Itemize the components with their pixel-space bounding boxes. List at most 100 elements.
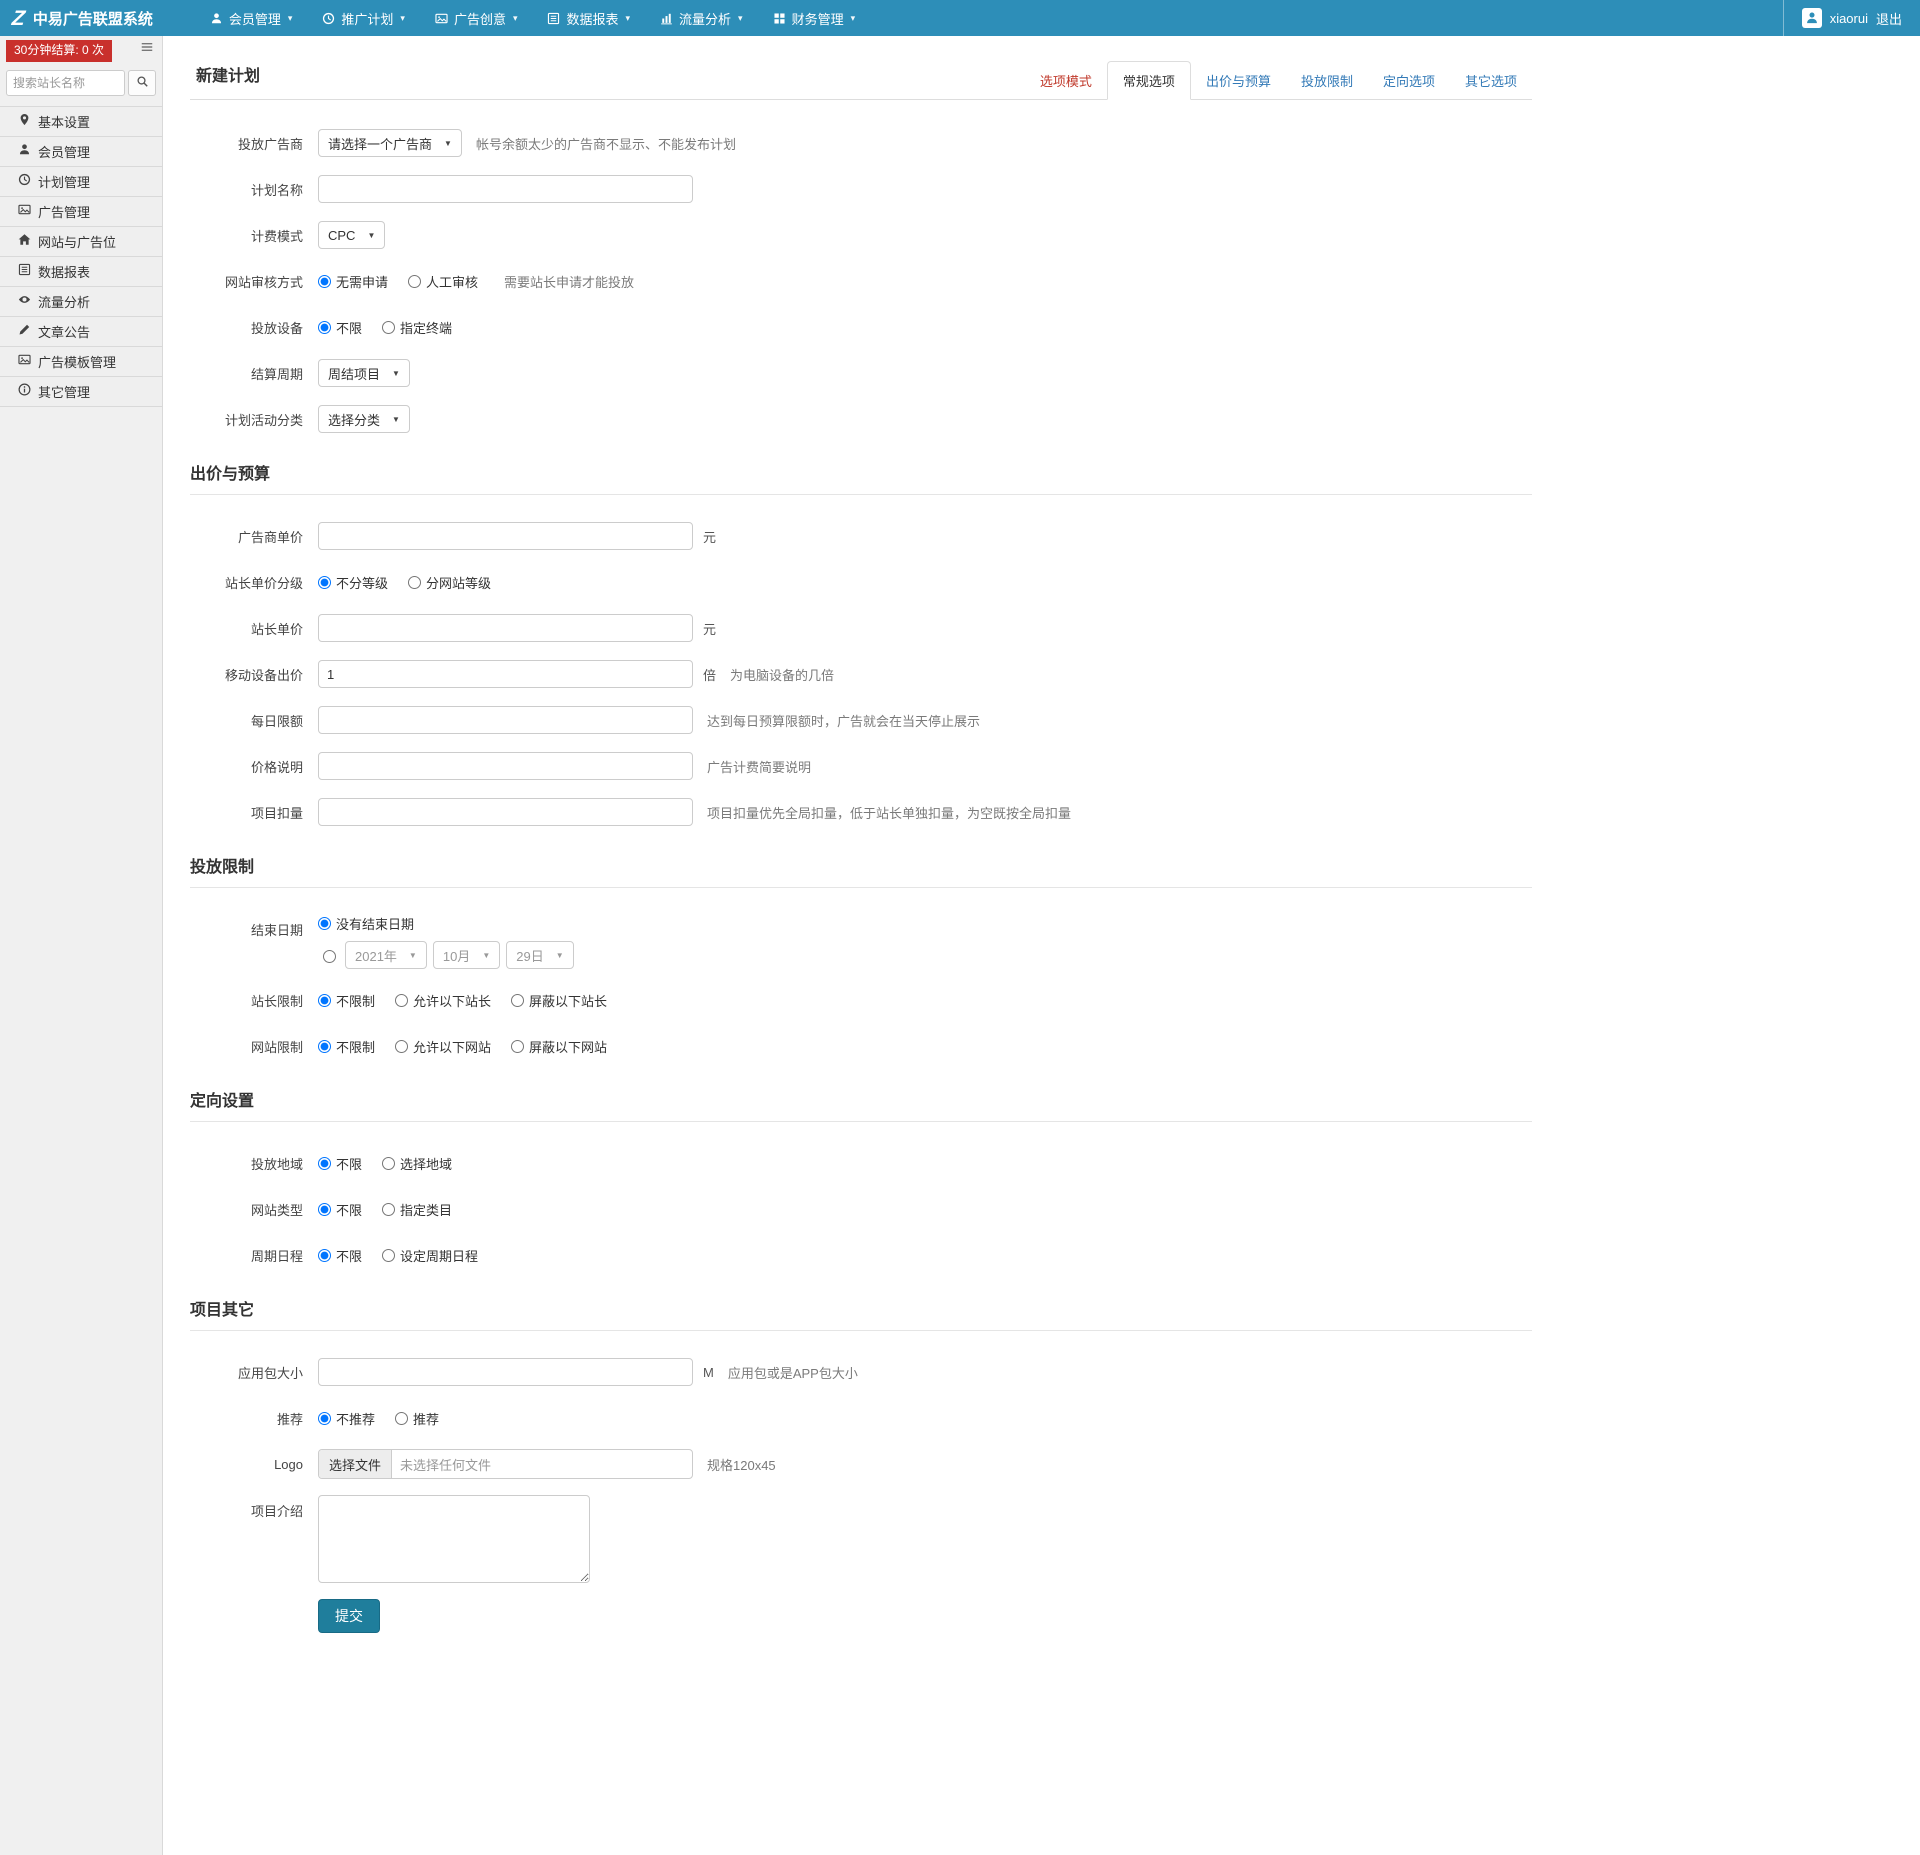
webmaster-limit-option-1[interactable]: 允许以下站长: [395, 991, 491, 1010]
website-limit-option-0[interactable]: 不限制: [318, 1037, 375, 1056]
region-option-0-radio[interactable]: [318, 1156, 331, 1170]
site-audit-option-0-radio[interactable]: [318, 274, 331, 288]
sidebar-item-data-report[interactable]: 数据报表: [0, 256, 162, 287]
schedule-option-1-radio[interactable]: [382, 1248, 396, 1262]
app-size-input[interactable]: [318, 1358, 693, 1386]
region-option-1-radio[interactable]: [382, 1156, 396, 1170]
site-audit-option-1[interactable]: 人工审核: [408, 272, 478, 291]
logo-filename: 未选择任何文件: [400, 1457, 492, 1473]
device-option-0[interactable]: 不限: [318, 318, 362, 337]
nav-ad-creative[interactable]: 广告创意 ▾: [420, 0, 533, 36]
tab-delivery-limit[interactable]: 投放限制: [1286, 62, 1368, 99]
caret-down-icon: ▾: [400, 12, 405, 23]
sidebar-toggle-icon[interactable]: [140, 40, 154, 54]
website-limit-option-2[interactable]: 屏蔽以下网站: [511, 1037, 607, 1056]
sidebar-item-member-management[interactable]: 会员管理: [0, 136, 162, 167]
nav-member-management[interactable]: 会员管理 ▾: [195, 0, 308, 36]
webmaster-limit-option-0[interactable]: 不限制: [318, 991, 375, 1010]
sidebar-item-ad-template[interactable]: 广告模板管理: [0, 346, 162, 377]
end-date-option-0[interactable]: 没有结束日期: [318, 914, 414, 933]
recommend-option-1[interactable]: 推荐: [395, 1409, 439, 1428]
advertiser-price-input[interactable]: [318, 522, 693, 550]
webmaster-limit-option-2[interactable]: 屏蔽以下站长: [511, 991, 607, 1010]
app-size-unit: M: [703, 1364, 714, 1380]
brand: Z 中易广告联盟系统: [0, 0, 169, 36]
project-intro-textarea[interactable]: [318, 1495, 590, 1583]
site-type-option-0[interactable]: 不限: [318, 1200, 362, 1219]
billing-mode-select[interactable]: CPC ▼: [318, 221, 386, 249]
tab-other-options[interactable]: 其它选项: [1450, 62, 1532, 99]
price-desc-input[interactable]: [318, 752, 693, 780]
recommend-option-0-radio[interactable]: [318, 1411, 331, 1425]
site-audit-option-1-radio[interactable]: [408, 274, 422, 288]
website-limit-control: 不限制 允许以下网站 屏蔽以下网站: [318, 1037, 1532, 1056]
tab-bid-budget[interactable]: 出价与预算: [1191, 62, 1286, 99]
search-input[interactable]: [6, 69, 125, 96]
site-type-option-0-radio[interactable]: [318, 1202, 331, 1216]
region-option-0[interactable]: 不限: [318, 1154, 362, 1173]
search-button[interactable]: [128, 69, 156, 96]
plan-name-input[interactable]: [318, 175, 693, 203]
schedule-option-0-radio[interactable]: [318, 1248, 331, 1262]
advertiser-select[interactable]: 请选择一个广告商 ▼: [318, 129, 462, 157]
user-menu[interactable]: xiaorui 退出: [1782, 0, 1920, 36]
nav-traffic-analysis[interactable]: 流量分析 ▾: [645, 0, 758, 36]
website-limit-option-0-radio[interactable]: [318, 1039, 331, 1053]
tab-general-options[interactable]: 常规选项: [1106, 61, 1191, 100]
end-date-option-0-radio[interactable]: [318, 917, 331, 930]
logo-file-input[interactable]: 选择文件 未选择任何文件: [318, 1449, 693, 1479]
webmaster-price-grade-option-1[interactable]: 分网站等级: [408, 573, 491, 592]
tab-option-mode[interactable]: 选项模式: [1025, 62, 1107, 99]
schedule-option-1[interactable]: 设定周期日程: [382, 1246, 478, 1265]
project-deduction-input[interactable]: [318, 798, 693, 826]
sidebar-item-other-management[interactable]: 其它管理: [0, 376, 162, 407]
submit-button[interactable]: 提交: [318, 1599, 380, 1633]
sidebar-item-ad-management[interactable]: 广告管理: [0, 196, 162, 227]
website-limit-option-2-radio[interactable]: [511, 1039, 525, 1053]
end-date-option-1-radio[interactable]: [323, 950, 336, 963]
site-audit-option-0[interactable]: 无需申请: [318, 272, 388, 291]
end-date-day-select[interactable]: 29日 ▼: [506, 941, 574, 969]
webmaster-price-grade-option-0-radio[interactable]: [318, 575, 331, 589]
nav-data-report[interactable]: 数据报表 ▾: [532, 0, 645, 36]
end-date-month-select[interactable]: 10月 ▼: [432, 941, 501, 969]
logout-link[interactable]: 退出: [1876, 9, 1902, 28]
nav-promotion-plan[interactable]: 推广计划 ▾: [307, 0, 420, 36]
site-type-option-1[interactable]: 指定类目: [382, 1200, 452, 1219]
webmaster-limit-option-1-radio[interactable]: [395, 993, 409, 1007]
device-option-1-radio[interactable]: [382, 320, 396, 334]
webmaster-price-grade-option-0[interactable]: 不分等级: [318, 573, 388, 592]
webmaster-price-input[interactable]: [318, 614, 693, 642]
nav-finance-management[interactable]: 财务管理 ▾: [758, 0, 871, 36]
settle-cycle-select[interactable]: 周结项目 ▼: [318, 359, 410, 387]
webmaster-price-grade-option-1-radio[interactable]: [408, 575, 422, 589]
end-date-year-select[interactable]: 2021年 ▼: [345, 941, 427, 969]
logo-choose-button[interactable]: 选择文件: [319, 1450, 393, 1478]
recommend-option-0[interactable]: 不推荐: [318, 1409, 375, 1428]
sidebar-item-article-notice[interactable]: 文章公告: [0, 316, 162, 347]
site-type-option-1-radio[interactable]: [382, 1202, 396, 1216]
website-limit-option-1[interactable]: 允许以下网站: [395, 1037, 491, 1056]
recommend-option-1-radio[interactable]: [395, 1411, 409, 1425]
webmaster-limit-option-0-radio[interactable]: [318, 993, 331, 1007]
plan-category-select[interactable]: 选择分类 ▼: [318, 405, 410, 433]
sidebar-item-sites-adslots[interactable]: 网站与广告位: [0, 226, 162, 257]
mobile-bid-input[interactable]: [318, 660, 693, 688]
sidebar-item-traffic-analysis[interactable]: 流量分析: [0, 286, 162, 317]
device-option-0-radio[interactable]: [318, 320, 331, 334]
daily-limit-input[interactable]: [318, 706, 693, 734]
sidebar-item-basic-settings[interactable]: 基本设置: [0, 106, 162, 137]
clock-icon: [18, 173, 31, 189]
webmaster-limit-option-2-radio[interactable]: [511, 993, 525, 1007]
schedule-option-0-label: 不限: [336, 1248, 363, 1264]
sidebar-item-plan-management[interactable]: 计划管理: [0, 166, 162, 197]
project-deduction-control: 项目扣量优先全局扣量，低于站长单独扣量，为空既按全局扣量: [318, 798, 1532, 826]
sidebar-item-data-report-label: 数据报表: [38, 264, 91, 280]
schedule-option-0[interactable]: 不限: [318, 1246, 362, 1265]
region-option-1[interactable]: 选择地域: [382, 1154, 452, 1173]
device-option-1[interactable]: 指定终端: [382, 318, 452, 337]
website-limit-option-1-radio[interactable]: [395, 1039, 409, 1053]
app-size-hint: 应用包或是APP包大小: [727, 1365, 858, 1381]
webmaster-price-grade-option-1-label: 分网站等级: [426, 575, 492, 591]
tab-targeting-options[interactable]: 定向选项: [1368, 62, 1450, 99]
